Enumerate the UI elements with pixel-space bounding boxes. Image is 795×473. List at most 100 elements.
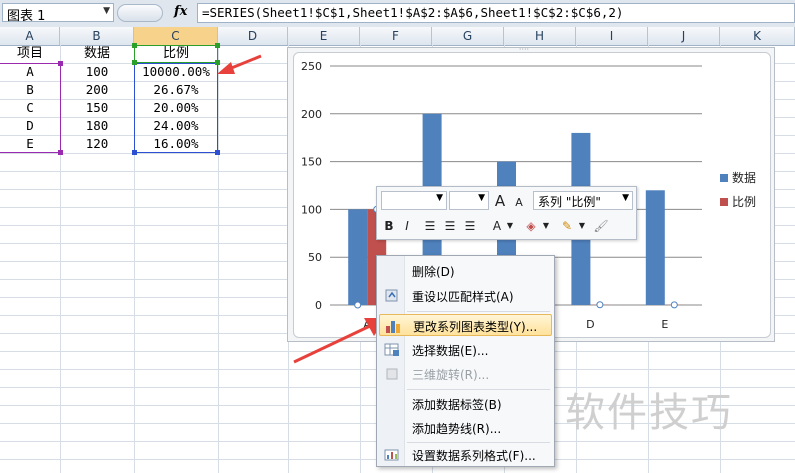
menu-item-add-data-labels[interactable]: 添加数据标签(B) — [379, 393, 552, 415]
chevron-down-icon[interactable]: ▼ — [505, 216, 515, 236]
context-menu: 删除(D) 重设以匹配样式(A) 更改系列图表类型(Y)... 选择数据(E).… — [376, 255, 555, 467]
range-handle[interactable] — [58, 61, 63, 66]
column-header-a[interactable]: A — [0, 27, 60, 45]
chart-legend-swatch — [720, 198, 728, 206]
font-size-dropdown[interactable]: ▼ — [449, 191, 489, 210]
reset-style-icon — [385, 289, 398, 302]
insert-function-icon[interactable]: fx — [174, 4, 187, 19]
chart-element-dropdown[interactable]: 系列 "比例" ▼ — [533, 191, 633, 210]
range-handle[interactable] — [132, 60, 137, 65]
chart-legend-label: 比例 — [732, 195, 756, 209]
name-box[interactable]: 图表 1 ▼ — [2, 3, 114, 24]
chevron-down-icon[interactable]: ▼ — [541, 216, 551, 236]
chart-y-tick-label: 150 — [301, 156, 322, 169]
chart-bar-data — [348, 209, 368, 305]
cell-value[interactable]: 100 — [60, 63, 134, 81]
chart-x-tick-label: D — [586, 318, 594, 331]
menu-separator — [407, 442, 550, 443]
annotation-arrow — [217, 54, 262, 74]
menu-item-3d-rotation: 三维旋转(R)... — [379, 363, 552, 385]
font-color-button[interactable]: A — [489, 216, 505, 236]
bold-button[interactable]: B — [380, 216, 398, 236]
menu-item-format-data-series[interactable]: 设置数据系列格式(F)... — [379, 444, 552, 466]
chevron-down-icon[interactable]: ▼ — [622, 193, 629, 203]
formula-bar: 图表 1 ▼ fx =SERIES(Sheet1!$C$1,Sheet1!$A$… — [0, 0, 795, 28]
annotation-arrow — [293, 318, 386, 364]
grid-line — [218, 45, 219, 473]
menu-item-label: 设置数据系列格式(F)... — [412, 449, 536, 463]
cell-header-item[interactable]: 项目 — [0, 45, 60, 63]
menu-item-label: 删除(D) — [412, 265, 455, 279]
column-header-k[interactable]: K — [720, 27, 795, 45]
chart-y-tick-label: 200 — [301, 108, 322, 121]
chart-element-label: 系列 "比例" — [538, 195, 601, 209]
values-range-highlight — [134, 63, 218, 153]
name-box-value: 图表 1 — [7, 9, 46, 24]
column-header-f[interactable]: F — [360, 27, 432, 45]
column-header-h[interactable]: H — [504, 27, 576, 45]
chart-legend-swatch — [720, 174, 728, 182]
chart-y-tick-label: 0 — [315, 299, 322, 312]
menu-separator — [407, 389, 550, 390]
range-handle[interactable] — [215, 150, 220, 155]
chart-resize-handle: ···· — [519, 47, 529, 54]
column-header-d[interactable]: D — [218, 27, 288, 45]
cell-value[interactable]: 150 — [60, 99, 134, 117]
column-header-g[interactable]: G — [432, 27, 504, 45]
category-range-highlight — [0, 63, 61, 153]
menu-item-delete[interactable]: 删除(D) — [379, 260, 552, 282]
cell-value[interactable]: 200 — [60, 81, 134, 99]
formula-bar-expander[interactable] — [117, 4, 163, 22]
menu-item-label: 添加趋势线(R)... — [412, 422, 502, 436]
align-right-icon[interactable]: ☰ — [461, 216, 479, 236]
select-data-icon — [384, 343, 399, 356]
chart-selection-handle — [596, 301, 604, 309]
menu-item-select-data[interactable]: 选择数据(E)... — [379, 339, 552, 361]
range-handle[interactable] — [58, 150, 63, 155]
mini-toolbar: ▼ ▼ A A 系列 "比例" ▼ B I ☰ ☰ ☰ A ▼ ◈ ▼ ✎ ▼ … — [376, 186, 637, 240]
formula-text: =SERIES(Sheet1!$C$1,Sheet1!$A$2:$A$6,She… — [202, 5, 624, 20]
chart-x-tick-label: E — [661, 318, 668, 331]
range-handle[interactable] — [132, 150, 137, 155]
chart-selection-handle — [670, 301, 678, 309]
3d-rotation-icon — [386, 368, 398, 380]
series-name-range-highlight — [134, 45, 218, 63]
menu-item-label: 添加数据标签(B) — [412, 398, 502, 412]
range-handle[interactable] — [215, 43, 220, 48]
format-painter-icon[interactable]: 🖌 — [591, 216, 611, 236]
menu-item-label: 三维旋转(R)... — [412, 368, 490, 382]
shrink-font-button[interactable]: A — [511, 193, 527, 213]
cell-value[interactable]: 120 — [60, 135, 134, 153]
fill-color-icon[interactable]: ◈ — [521, 216, 541, 236]
menu-item-reset-style[interactable]: 重设以匹配样式(A) — [379, 285, 552, 307]
column-header-c[interactable]: C — [134, 27, 218, 45]
range-handle[interactable] — [132, 43, 137, 48]
line-color-icon[interactable]: ✎ — [557, 216, 577, 236]
menu-item-change-series-chart-type[interactable]: 更改系列图表类型(Y)... — [379, 314, 552, 336]
chart-y-tick-label: 250 — [301, 60, 322, 73]
format-series-icon — [384, 449, 399, 461]
chevron-down-icon[interactable]: ▼ — [103, 6, 110, 16]
column-header-e[interactable]: E — [288, 27, 360, 45]
column-header-j[interactable]: J — [648, 27, 720, 45]
grow-font-button[interactable]: A — [491, 191, 509, 211]
cell-header-value[interactable]: 数据 — [60, 45, 134, 63]
menu-item-label: 更改系列图表类型(Y)... — [413, 320, 538, 334]
change-chart-type-icon — [386, 321, 400, 333]
align-left-icon[interactable]: ☰ — [421, 216, 439, 236]
formula-input[interactable]: =SERIES(Sheet1!$C$1,Sheet1!$A$2:$A$6,She… — [197, 3, 795, 23]
column-header-i[interactable]: I — [576, 27, 648, 45]
align-center-icon[interactable]: ☰ — [441, 216, 459, 236]
cell-value[interactable]: 180 — [60, 117, 134, 135]
chevron-down-icon[interactable]: ▼ — [577, 216, 587, 236]
chart-legend-label: 数据 — [732, 170, 756, 185]
menu-item-label: 重设以匹配样式(A) — [412, 290, 514, 304]
chart-selection-handle — [354, 301, 362, 309]
menu-item-add-trendline[interactable]: 添加趋势线(R)... — [379, 417, 552, 439]
menu-item-label: 选择数据(E)... — [412, 344, 489, 358]
watermark: 软件技巧 — [565, 390, 733, 436]
column-header-row: A B C D E F G H I J K — [0, 27, 795, 46]
italic-button[interactable]: I — [400, 216, 414, 236]
column-header-b[interactable]: B — [60, 27, 134, 45]
font-name-dropdown[interactable]: ▼ — [381, 191, 447, 210]
